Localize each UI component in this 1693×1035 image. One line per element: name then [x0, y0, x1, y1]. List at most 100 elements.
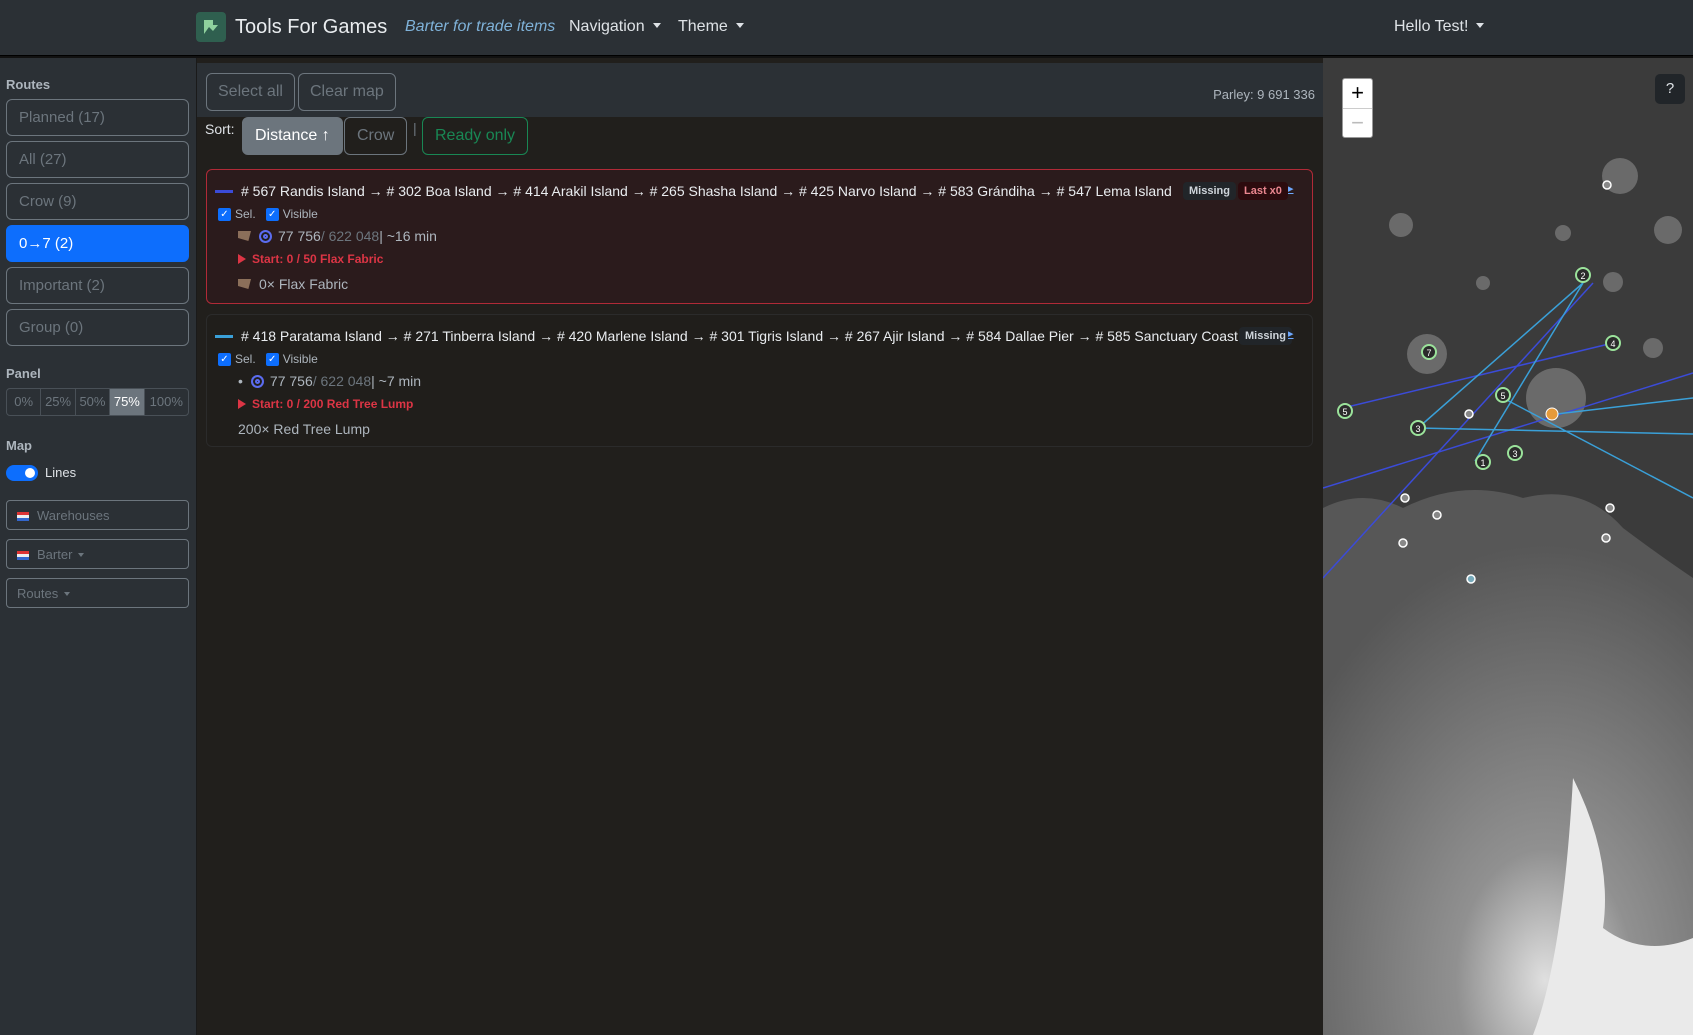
- map-panel[interactable]: 2 7 4 5 5 3 1 3 + − ?: [1323, 58, 1693, 1035]
- select-checkbox[interactable]: ✓: [218, 207, 231, 221]
- panel-size-100[interactable]: 100%: [145, 389, 188, 415]
- stat-value: 77 756: [278, 228, 321, 244]
- ready-only-button[interactable]: Ready only: [422, 117, 529, 155]
- card-stats: • 77 756 / 622 048 | ~7 min: [238, 373, 421, 389]
- marker-label: 1: [1480, 458, 1485, 468]
- barter-dropdown[interactable]: Barter: [6, 539, 189, 569]
- route-filter-planned[interactable]: Planned (17): [6, 99, 189, 136]
- visible-checkbox[interactable]: ✓: [265, 352, 279, 366]
- panel-size-25[interactable]: 25%: [41, 389, 76, 415]
- map-marker[interactable]: 5: [1337, 403, 1353, 419]
- zoom-control: + −: [1342, 78, 1373, 138]
- main-panel: Select all Clear map Parley: 9 691 336 S…: [197, 58, 1323, 1035]
- route-filter-0-7[interactable]: 0→7 (2): [6, 225, 189, 262]
- stat-max: / 622 048: [320, 228, 380, 244]
- clear-map-button[interactable]: Clear map: [298, 73, 396, 111]
- panel-size-50[interactable]: 50%: [76, 389, 111, 415]
- chevron-down-icon: [652, 23, 661, 28]
- item-text: 0× Flax Fabric: [259, 276, 349, 292]
- sort-distance-button[interactable]: Distance ↑: [242, 117, 343, 155]
- missing-badge: Missing: [1239, 327, 1292, 345]
- route-path[interactable]: # 418 Paratama Island → # 271 Tinberra I…: [215, 328, 1250, 344]
- theme-dropdown[interactable]: Theme: [678, 18, 744, 36]
- chevron-down-icon: [64, 592, 71, 596]
- item-row: 0× Flax Fabric: [238, 276, 348, 292]
- current-location-marker[interactable]: [1545, 407, 1559, 421]
- route-filter-crow[interactable]: Crow (9): [6, 183, 189, 220]
- sort-separator: |: [413, 120, 417, 136]
- marker-label: 4: [1610, 339, 1615, 349]
- port-marker[interactable]: [1602, 180, 1612, 190]
- toolbar: Select all Clear map Parley: 9 691 336: [197, 63, 1323, 117]
- start-row: Start: 0 / 200 Red Tree Lump: [238, 397, 413, 411]
- barter-link[interactable]: Barter for trade items: [405, 18, 555, 36]
- theme-label: Theme: [678, 18, 728, 35]
- map-marker[interactable]: 7: [1421, 344, 1437, 360]
- select-all-button[interactable]: Select all: [206, 73, 295, 111]
- sel-label: Sel.: [235, 207, 256, 221]
- routes-dropdown[interactable]: Routes: [6, 578, 189, 608]
- route-filter-all[interactable]: All (27): [6, 141, 189, 178]
- cargo-icon: [238, 279, 251, 289]
- lines-toggle[interactable]: [6, 465, 38, 481]
- chevron-down-icon: [735, 23, 744, 28]
- map-marker[interactable]: 1: [1475, 454, 1491, 470]
- spiral-icon: [250, 374, 264, 388]
- route-color-swatch: [215, 334, 233, 338]
- routes-dropdown-label: Routes: [17, 586, 59, 601]
- zoom-in-button[interactable]: +: [1343, 79, 1372, 108]
- visible-checkbox[interactable]: ✓: [265, 207, 279, 221]
- map-marker[interactable]: 3: [1410, 420, 1426, 436]
- warehouses-button[interactable]: Warehouses: [6, 500, 189, 530]
- visible-label: Visible: [282, 207, 318, 221]
- route-filter-group[interactable]: Group (0): [6, 309, 189, 346]
- route-path[interactable]: # 567 Randis Island → # 302 Boa Island →…: [215, 183, 1172, 199]
- help-icon[interactable]: ?: [1655, 74, 1685, 104]
- route-color-swatch: [215, 189, 233, 193]
- missing-badge: Missing: [1183, 182, 1236, 200]
- brand[interactable]: Tools For Games: [196, 12, 387, 42]
- zoom-out-button[interactable]: −: [1343, 108, 1372, 137]
- visible-label: Visible: [282, 352, 318, 366]
- port-marker[interactable]: [1398, 538, 1408, 548]
- sort-crow-button[interactable]: Crow: [344, 117, 408, 155]
- route-text: # 418 Paratama Island → # 271 Tinberra I…: [241, 328, 1250, 344]
- expand-link[interactable]: ▸: [1288, 327, 1294, 340]
- panel-size-0[interactable]: 0%: [7, 389, 42, 415]
- cargo-icon: [238, 231, 251, 241]
- marker-label: 3: [1512, 449, 1517, 459]
- barter-label: Barter: [37, 547, 73, 562]
- port-marker[interactable]: [1400, 493, 1410, 503]
- port-marker[interactable]: [1464, 409, 1474, 419]
- routes-heading: Routes: [6, 77, 51, 92]
- brand-title: Tools For Games: [235, 15, 388, 38]
- marker-label: 3: [1415, 424, 1420, 434]
- panel-size-75[interactable]: 75%: [110, 389, 145, 415]
- port-marker[interactable]: [1605, 503, 1615, 513]
- user-label: Hello Test!: [1394, 18, 1469, 35]
- expand-link[interactable]: ▸: [1288, 182, 1294, 195]
- toggle-knob: [25, 468, 35, 478]
- port-marker[interactable]: [1601, 533, 1611, 543]
- port-marker[interactable]: [1432, 510, 1442, 520]
- last-badge: Last x0: [1238, 182, 1288, 200]
- route-card: # 418 Paratama Island → # 271 Tinberra I…: [206, 314, 1313, 447]
- map-marker[interactable]: 3: [1507, 445, 1523, 461]
- map-marker[interactable]: 5: [1495, 387, 1511, 403]
- route-card: # 567 Randis Island → # 302 Boa Island →…: [206, 169, 1313, 304]
- map-marker[interactable]: 4: [1605, 335, 1621, 351]
- stat-time: | ~16 min: [379, 228, 437, 244]
- navigation-dropdown[interactable]: Navigation: [569, 18, 661, 36]
- select-checkbox[interactable]: ✓: [218, 352, 231, 366]
- panel-size-group: 0% 25% 50% 75% 100%: [6, 388, 189, 416]
- brand-logo-icon: [196, 12, 226, 42]
- port-marker[interactable]: [1466, 574, 1476, 584]
- user-dropdown[interactable]: Hello Test!: [1394, 18, 1485, 36]
- marker-label: 5: [1500, 391, 1505, 401]
- map-marker[interactable]: 2: [1575, 267, 1591, 283]
- marker-label: 7: [1426, 348, 1431, 358]
- ship-icon: [17, 551, 29, 560]
- stat-time: | ~7 min: [371, 373, 422, 389]
- chevron-down-icon: [1476, 23, 1485, 28]
- route-filter-important[interactable]: Important (2): [6, 267, 189, 304]
